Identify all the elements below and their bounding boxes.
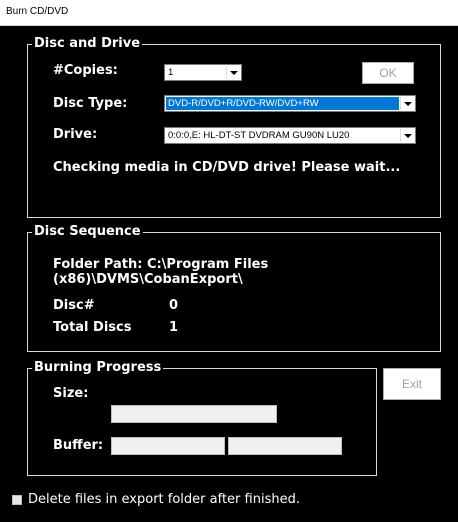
total-discs-label: Total Discs [53, 320, 132, 335]
buffer-label: Buffer: [53, 438, 104, 453]
drive-value: 0:0:0,E: HL-DT-ST DVDRAM GU90N LU20 [168, 130, 350, 141]
title-bar: Burn CD/DVD [0, 0, 458, 26]
folder-path-line2: (x86)\DVMS\CobanExport\ [53, 272, 243, 287]
drive-select[interactable]: 0:0:0,E: HL-DT-ST DVDRAM GU90N LU20 [164, 127, 416, 144]
disc-number-value: 0 [169, 298, 179, 313]
burning-progress-legend: Burning Progress [32, 360, 164, 376]
buffer-progress-bar-1 [111, 437, 225, 455]
disc-type-label: Disc Type: [53, 96, 128, 111]
disc-sequence-legend: Disc Sequence [32, 224, 143, 240]
folder-path-line1: Folder Path: C:\Program Files [53, 257, 269, 272]
disc-type-value: DVD-R/DVD+R/DVD-RW/DVD+RW [166, 97, 399, 110]
buffer-progress-bar-2 [228, 437, 342, 455]
disc-type-select[interactable]: DVD-R/DVD+R/DVD-RW/DVD+RW [164, 95, 416, 112]
size-progress-bar [111, 405, 277, 423]
size-label: Size: [53, 386, 89, 401]
delete-files-label[interactable]: Delete files in export folder after fini… [28, 492, 300, 508]
disc-number-label: Disc# [53, 298, 95, 313]
window-title: Burn CD/DVD [6, 6, 69, 17]
copies-select[interactable]: 1 [164, 64, 242, 81]
ok-button[interactable]: OK [362, 62, 414, 84]
drive-label: Drive: [53, 127, 98, 142]
total-discs-value: 1 [169, 320, 179, 335]
media-status-text: Checking media in CD/DVD drive! Please w… [53, 160, 401, 175]
copies-label: #Copies: [53, 63, 118, 78]
copies-value: 1 [168, 67, 174, 78]
disc-and-drive-legend: Disc and Drive [32, 36, 143, 52]
delete-files-checkbox[interactable] [12, 495, 22, 505]
exit-button[interactable]: Exit [383, 368, 441, 400]
chevron-down-icon[interactable] [400, 129, 414, 142]
chevron-down-icon[interactable] [400, 97, 414, 110]
chevron-down-icon[interactable] [226, 66, 240, 79]
